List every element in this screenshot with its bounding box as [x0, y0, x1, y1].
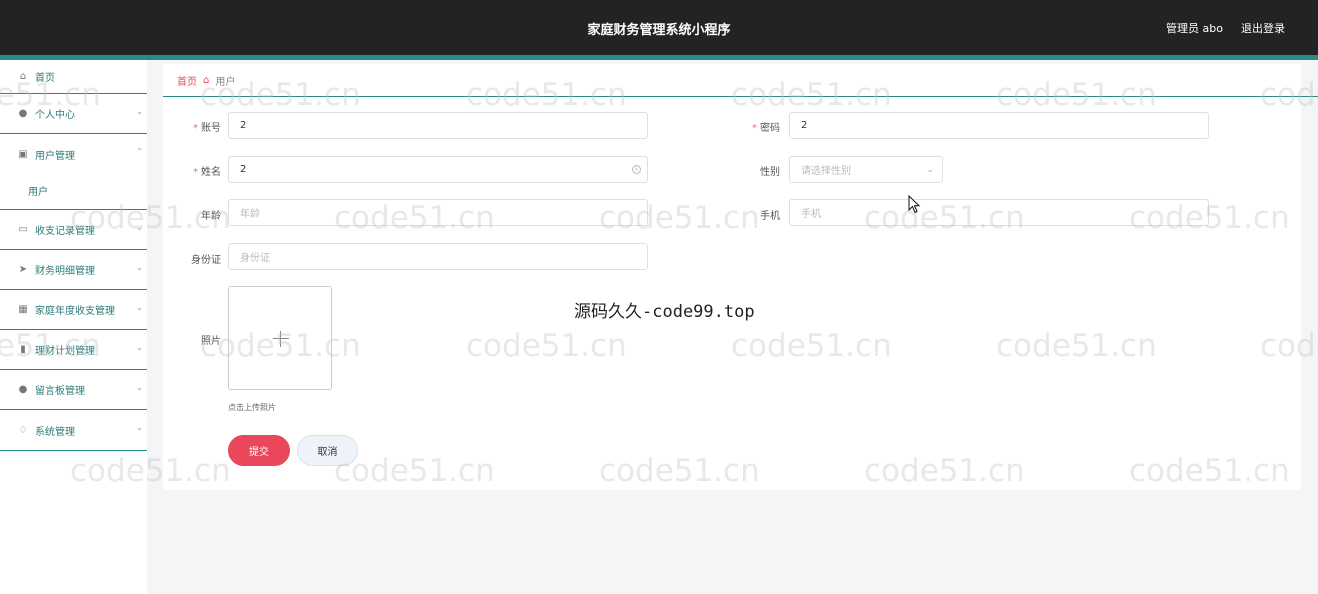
top-bar: 家庭财务管理系统小程序 管理员 abo 退出登录 [0, 0, 1318, 55]
chevron-down-icon: ⌄ [136, 383, 143, 392]
sidebar-subitem-user[interactable]: 用户 [0, 172, 147, 210]
logout-link[interactable]: 退出登录 [1241, 20, 1285, 36]
sidebar-item-annual-income[interactable]: ▦ 家庭年度收支管理 ⌄ [0, 290, 147, 330]
age-input[interactable]: 年龄 [228, 199, 648, 226]
grid-icon: ▦ [18, 304, 28, 315]
account-label: * 账号 [193, 123, 221, 134]
cancel-button[interactable]: 取消 [297, 435, 358, 466]
chevron-down-icon: ⌄ [136, 223, 143, 232]
chevron-down-icon: ⌄ [136, 263, 143, 272]
sidebar-item-label: 个人中心 [35, 110, 75, 121]
clear-icon[interactable]: × [632, 165, 641, 174]
app-title: 家庭财务管理系统小程序 [587, 23, 731, 38]
id-card-label: 身份证 [191, 255, 221, 266]
name-label: * 姓名 [193, 167, 221, 178]
admin-name: 管理员 abo [1166, 22, 1223, 35]
chevron-down-icon: ⌄ [136, 343, 143, 352]
gender-select[interactable]: 请选择性别 ⌄ [789, 156, 943, 183]
photo-upload[interactable] [228, 286, 332, 390]
sidebar-item-user-management[interactable]: ▣ 用户管理 ⌃ [0, 134, 147, 174]
gender-placeholder: 请选择性别 [801, 166, 851, 177]
phone-label: 手机 [760, 211, 780, 222]
bar-chart-icon: ▮ [20, 344, 26, 355]
home-icon: ⌂ [203, 75, 210, 86]
submit-button[interactable]: 提交 [228, 435, 290, 466]
chevron-up-icon: ⌃ [136, 147, 143, 156]
sidebar: ⌂ 首页 ● 个人中心 ⌄ ▣ 用户管理 ⌃ 用户 ▭ 收支记录管理 ⌄ ➤ 财… [0, 60, 147, 594]
sidebar-item-label: 收支记录管理 [35, 226, 95, 237]
chevron-down-icon: ⌄ [136, 423, 143, 432]
account-input[interactable]: 2 [228, 112, 648, 139]
breadcrumb-divider [163, 96, 1318, 97]
breadcrumb-current: 用户 [215, 77, 236, 88]
overlay-text: 源码久久-code99.top [574, 302, 755, 322]
sidebar-item-label: 用户管理 [35, 150, 75, 162]
chevron-down-icon: ⌄ [136, 303, 143, 312]
sidebar-item-label: 理财计划管理 [35, 346, 95, 357]
sidebar-item-label: 首页 [35, 73, 55, 84]
chat-icon: ▭ [18, 224, 28, 235]
password-input[interactable]: 2 [789, 112, 1209, 139]
name-input[interactable]: 2 × [228, 156, 648, 183]
name-value: 2 [240, 164, 247, 175]
send-icon: ➤ [18, 264, 28, 275]
chevron-down-icon: ⌄ [926, 165, 934, 175]
sidebar-item-label: 家庭年度收支管理 [35, 306, 115, 317]
sidebar-item-system[interactable]: ♢ 系统管理 ⌄ [0, 410, 147, 451]
breadcrumb: 首页 ⌂ 用户 [177, 73, 235, 88]
breadcrumb-home[interactable]: 首页 [177, 73, 197, 88]
sidebar-item-message-board[interactable]: ● 留言板管理 ⌄ [0, 370, 147, 410]
sidebar-item-label: 财务明细管理 [35, 266, 95, 277]
gender-label: 性别 [760, 167, 780, 178]
sidebar-item-label: 留言板管理 [35, 386, 85, 397]
upload-tip: 点击上传照片 [228, 403, 276, 412]
bell-icon: ♢ [18, 424, 28, 436]
sidebar-item-label: 系统管理 [35, 426, 75, 438]
sidebar-item-income-expense[interactable]: ▭ 收支记录管理 ⌄ [0, 210, 147, 250]
sidebar-item-profile[interactable]: ● 个人中心 ⌄ [0, 94, 147, 134]
sidebar-item-home[interactable]: ⌂ 首页 [0, 60, 147, 94]
password-label: * 密码 [752, 123, 780, 134]
clipboard-icon: ▣ [18, 148, 28, 160]
plus-icon [273, 338, 289, 339]
bulb-icon: ● [18, 384, 28, 395]
age-label: 年龄 [201, 211, 221, 222]
chevron-down-icon: ⌄ [136, 107, 143, 116]
main-panel: 首页 ⌂ 用户 * 账号 2 * 密码 2 * 姓名 2 × 性别 请选择性别 ⌄ 年… [163, 64, 1318, 490]
user-icon: ● [18, 108, 28, 119]
photo-label: 照片 [201, 336, 221, 347]
id-card-input[interactable]: 身份证 [228, 243, 648, 270]
topbar-divider [0, 55, 1318, 60]
phone-input[interactable]: 手机 [789, 199, 1209, 226]
home-icon: ⌂ [19, 71, 27, 82]
sidebar-item-finance-detail[interactable]: ➤ 财务明细管理 ⌄ [0, 250, 147, 290]
sidebar-item-finance-plan[interactable]: ▮ 理财计划管理 ⌄ [0, 330, 147, 370]
